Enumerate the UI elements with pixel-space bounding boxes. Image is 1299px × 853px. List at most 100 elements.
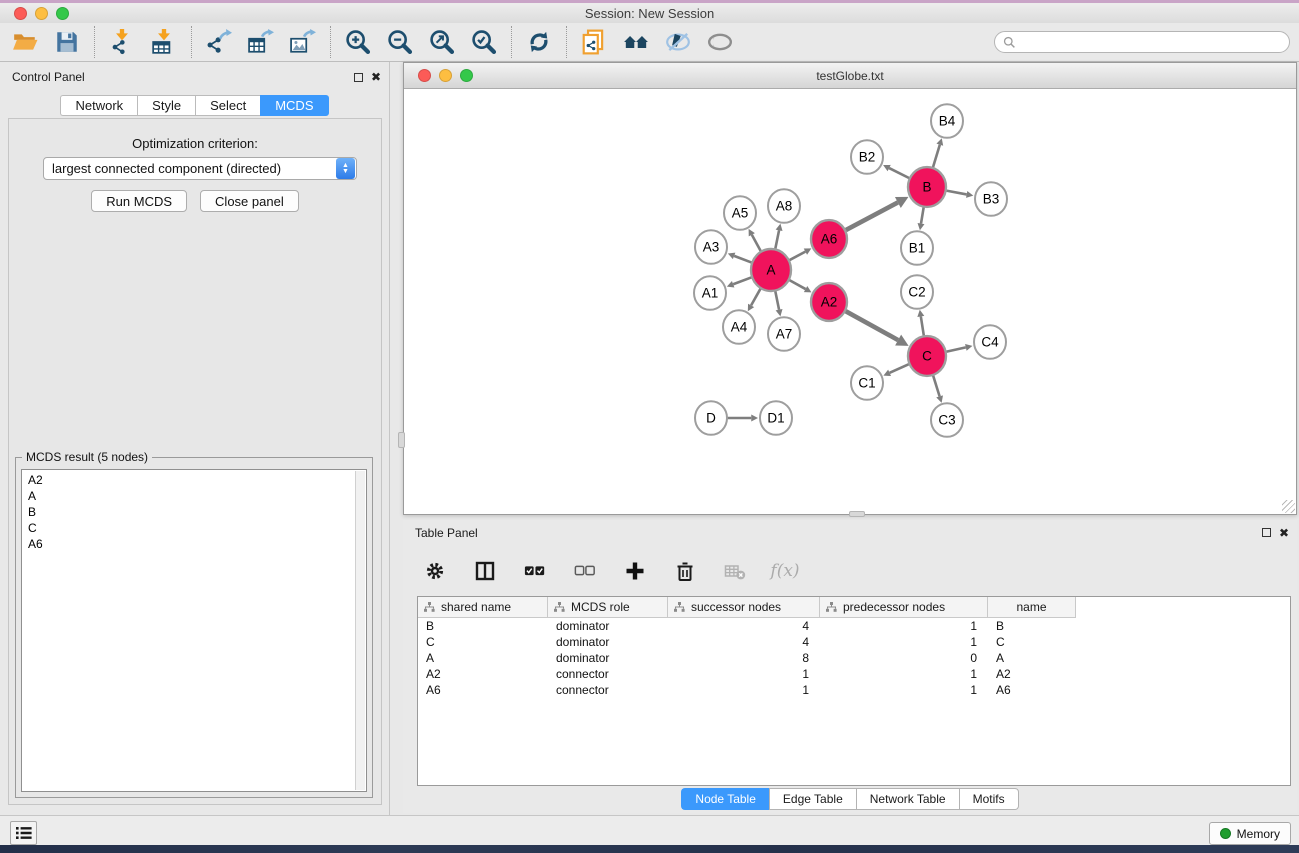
show-task-history-button[interactable] bbox=[10, 821, 37, 845]
graph-edge-A-A7[interactable] bbox=[775, 290, 779, 310]
export-image-button[interactable] bbox=[289, 28, 317, 56]
search-field[interactable] bbox=[994, 31, 1290, 53]
tab-network[interactable]: Network bbox=[60, 95, 137, 116]
export-network-button[interactable] bbox=[205, 28, 233, 56]
graph-node-A5[interactable]: A5 bbox=[724, 196, 756, 230]
graph-edge-A-A1[interactable] bbox=[733, 277, 752, 284]
table-row[interactable]: A6connector11A6 bbox=[418, 682, 1290, 698]
graph-node-A[interactable]: A bbox=[751, 249, 791, 291]
create-column-button[interactable] bbox=[621, 557, 649, 585]
mcds-result-item[interactable]: A2 bbox=[22, 472, 354, 488]
toggle-labels-button[interactable] bbox=[664, 28, 692, 56]
graph-edge-C-C2[interactable] bbox=[921, 316, 924, 337]
graph-edge-A6-B[interactable] bbox=[845, 202, 898, 230]
vertical-scroll-thumb[interactable] bbox=[398, 432, 405, 448]
graph-edge-C-C4[interactable] bbox=[946, 347, 966, 352]
new-network-from-selection-button[interactable] bbox=[580, 28, 608, 56]
graph-edge-A-A2[interactable] bbox=[789, 280, 806, 289]
import-table-button[interactable] bbox=[150, 28, 178, 56]
graph-node-D1[interactable]: D1 bbox=[760, 401, 792, 435]
tab-style[interactable]: Style bbox=[137, 95, 195, 116]
graph-node-A1[interactable]: A1 bbox=[694, 276, 726, 310]
column-header-shared-name[interactable]: shared name bbox=[418, 597, 548, 618]
table-row[interactable]: Adominator80A bbox=[418, 650, 1290, 666]
graph-node-C[interactable]: C bbox=[908, 336, 946, 376]
column-header-successor-nodes[interactable]: successor nodes bbox=[668, 597, 820, 618]
graph-node-C1[interactable]: C1 bbox=[851, 366, 883, 400]
resize-grip[interactable] bbox=[1282, 500, 1295, 513]
tab-network-table[interactable]: Network Table bbox=[856, 788, 959, 810]
close-panel-button[interactable]: Close panel bbox=[200, 190, 299, 212]
tab-select[interactable]: Select bbox=[195, 95, 260, 116]
tab-node-table[interactable]: Node Table bbox=[681, 788, 769, 810]
graph-edge-B-B4[interactable] bbox=[933, 145, 940, 169]
graph-node-A4[interactable]: A4 bbox=[723, 310, 755, 344]
search-input[interactable] bbox=[1021, 35, 1281, 49]
graph-node-A2[interactable]: A2 bbox=[811, 283, 847, 321]
table-row[interactable]: Bdominator41B bbox=[418, 618, 1290, 634]
graph-node-D[interactable]: D bbox=[695, 401, 727, 435]
mcds-result-item[interactable]: A bbox=[22, 488, 354, 504]
table-options-button[interactable] bbox=[421, 557, 449, 585]
close-table-panel-icon[interactable]: ✖ bbox=[1279, 528, 1289, 538]
graph-edge-A-A5[interactable] bbox=[752, 235, 762, 253]
graph-edge-B-B1[interactable] bbox=[921, 206, 924, 224]
tab-edge-table[interactable]: Edge Table bbox=[769, 788, 856, 810]
tab-motifs[interactable]: Motifs bbox=[959, 788, 1019, 810]
column-header-predecessor-nodes[interactable]: predecessor nodes bbox=[820, 597, 988, 618]
graph-node-A8[interactable]: A8 bbox=[768, 189, 800, 223]
apply-layout-button[interactable] bbox=[525, 28, 553, 56]
mcds-list-scrollbar[interactable] bbox=[355, 471, 365, 790]
graph-node-C4[interactable]: C4 bbox=[974, 325, 1006, 359]
zoom-in-button[interactable] bbox=[344, 28, 372, 56]
graph-node-C3[interactable]: C3 bbox=[931, 403, 963, 437]
close-panel-icon[interactable]: ✖ bbox=[371, 72, 381, 82]
tab-mcds[interactable]: MCDS bbox=[260, 95, 328, 116]
graph-edge-A-A4[interactable] bbox=[751, 287, 761, 305]
graph-node-B1[interactable]: B1 bbox=[901, 231, 933, 265]
graph-node-B[interactable]: B bbox=[908, 167, 946, 207]
graph-node-B2[interactable]: B2 bbox=[851, 140, 883, 174]
graph-node-A3[interactable]: A3 bbox=[695, 230, 727, 264]
graph-edge-A-A8[interactable] bbox=[775, 230, 779, 250]
zoom-out-button[interactable] bbox=[386, 28, 414, 56]
graph-node-B3[interactable]: B3 bbox=[975, 182, 1007, 216]
select-all-rows-button[interactable] bbox=[521, 557, 549, 585]
column-header-name[interactable]: name bbox=[988, 597, 1076, 618]
memory-button[interactable]: Memory bbox=[1209, 822, 1291, 845]
export-table-button[interactable] bbox=[247, 28, 275, 56]
criterion-select[interactable]: largest connected component (directed) ▲… bbox=[43, 157, 357, 180]
horizontal-scroll-thumb[interactable] bbox=[849, 511, 865, 517]
mcds-result-item[interactable]: C bbox=[22, 520, 354, 536]
network-window-titlebar[interactable]: testGlobe.txt bbox=[404, 63, 1296, 89]
graph-edge-B-B2[interactable] bbox=[889, 168, 910, 178]
graph-node-A6[interactable]: A6 bbox=[811, 220, 847, 258]
open-session-button[interactable] bbox=[11, 28, 39, 56]
float-table-panel-icon[interactable] bbox=[1262, 528, 1271, 537]
zoom-selected-button[interactable] bbox=[470, 28, 498, 56]
graph-node-A7[interactable]: A7 bbox=[768, 317, 800, 351]
table-row[interactable]: Cdominator41C bbox=[418, 634, 1290, 650]
import-network-button[interactable] bbox=[108, 28, 136, 56]
save-session-button[interactable] bbox=[53, 28, 81, 56]
network-canvas[interactable]: A A6 A2 B C A1 A3 A4 A5 A7 A8 B1 B2 B3 B4 C1 C2 C3 C4 D D1 bbox=[404, 89, 1296, 514]
graph-edge-B-B3[interactable] bbox=[946, 191, 967, 195]
home-legacy-view-button[interactable] bbox=[622, 28, 650, 56]
graph-node-B4[interactable]: B4 bbox=[931, 104, 963, 138]
table-row[interactable]: A2connector11A2 bbox=[418, 666, 1290, 682]
column-header-mcds-role[interactable]: MCDS role bbox=[548, 597, 668, 618]
graph-node-C2[interactable]: C2 bbox=[901, 275, 933, 309]
graph-edge-A-A3[interactable] bbox=[734, 256, 752, 263]
graph-edge-A2-C[interactable] bbox=[845, 311, 898, 340]
mcds-result-item[interactable]: B bbox=[22, 504, 354, 520]
graph-edge-C-C3[interactable] bbox=[933, 374, 940, 396]
mcds-result-item[interactable]: A6 bbox=[22, 536, 354, 552]
graph-edge-A-A6[interactable] bbox=[789, 252, 806, 261]
deselect-all-rows-button[interactable] bbox=[571, 557, 599, 585]
toggle-graphics-details-button[interactable] bbox=[706, 28, 734, 56]
graph-edge-C-C1[interactable] bbox=[890, 364, 910, 373]
run-mcds-button[interactable]: Run MCDS bbox=[91, 190, 187, 212]
zoom-fit-button[interactable] bbox=[428, 28, 456, 56]
show-columns-button[interactable] bbox=[471, 557, 499, 585]
float-panel-icon[interactable] bbox=[354, 73, 363, 82]
